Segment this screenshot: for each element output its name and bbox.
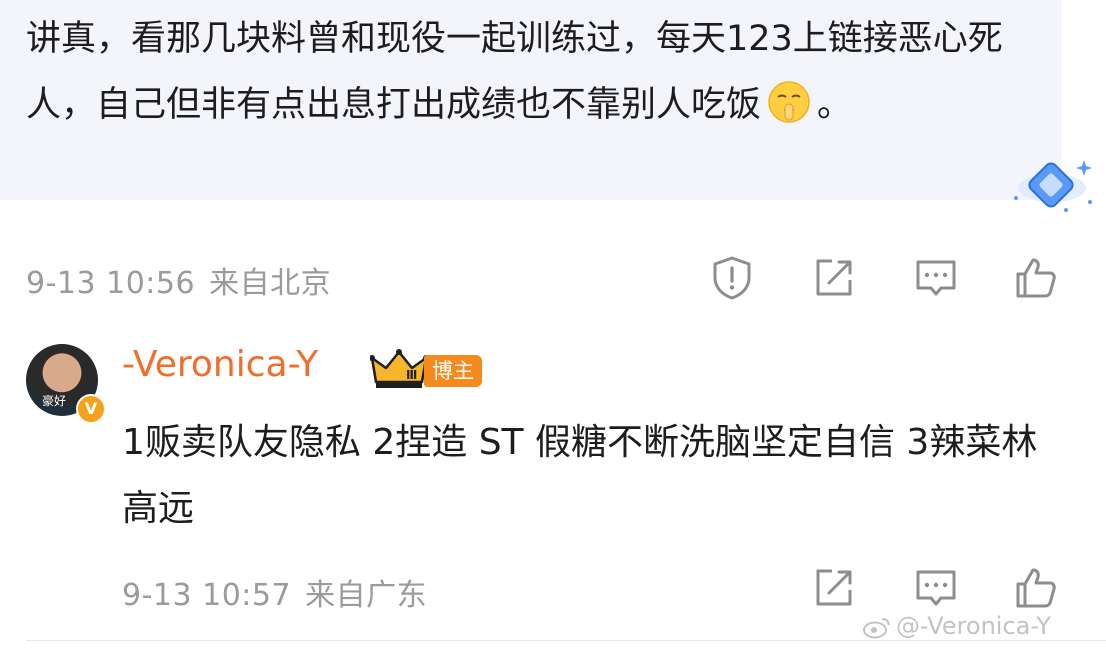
comment-meta: 9-13 10:56 来自北京 [26,258,345,302]
reply-meta: 9-13 10:57 来自广东 [122,570,441,614]
comment-date: 9-13 10:56 [26,266,196,301]
report-icon[interactable] [708,254,756,302]
weibo-comment-page: 讲真，看那几块料曾和现役一起训练过，每天123上链接恶心死人，自己但非有点出息打… [0,0,1106,654]
watermark: @-Veronica-Y [862,612,1051,640]
comment-icon[interactable] [912,254,960,302]
divider [26,640,1106,641]
shushing-face-emoji-icon [768,81,810,123]
diamond-sparkle-icon [1014,160,1092,212]
reply-username[interactable]: -Veronica-Y [122,344,318,385]
share-icon[interactable] [810,254,858,302]
reply-location: 来自广东 [305,578,428,613]
crown-icon: Ⅲ [370,349,428,388]
verified-badge-icon: V [76,394,106,424]
author-badge: 博主 [424,355,482,387]
reply-date: 9-13 10:57 [122,578,292,613]
reply-text: 1贩卖队友隐私 2捏造 ST 假糖不断洗脑坚定自信 3辣菜林高远 [122,422,1038,529]
avatar-label: 豪好 [42,394,67,408]
comment-bubble: 讲真，看那几块料曾和现役一起训练过，每天123上链接恶心死人，自己但非有点出息打… [0,0,1092,212]
weibo-logo-icon [863,618,890,639]
comment-location: 来自北京 [209,266,332,301]
comment-text-part1: 讲真，看那几块料曾和现役一起训练过，每天123上链接恶心死人，自己但非有点出息打… [26,19,1003,125]
like-icon[interactable] [1012,254,1060,302]
crown-level: Ⅲ [406,368,417,382]
watermark-text: @-Veronica-Y [896,612,1051,640]
comment-text-part2: 。 [817,85,853,125]
reply-share-icon[interactable] [810,564,858,612]
reply-comment-icon[interactable] [912,564,960,612]
reply-like-icon[interactable] [1012,564,1060,612]
comment-text: 讲真，看那几块料曾和现役一起训练过，每天123上链接恶心死人，自己但非有点出息打… [26,6,1026,138]
